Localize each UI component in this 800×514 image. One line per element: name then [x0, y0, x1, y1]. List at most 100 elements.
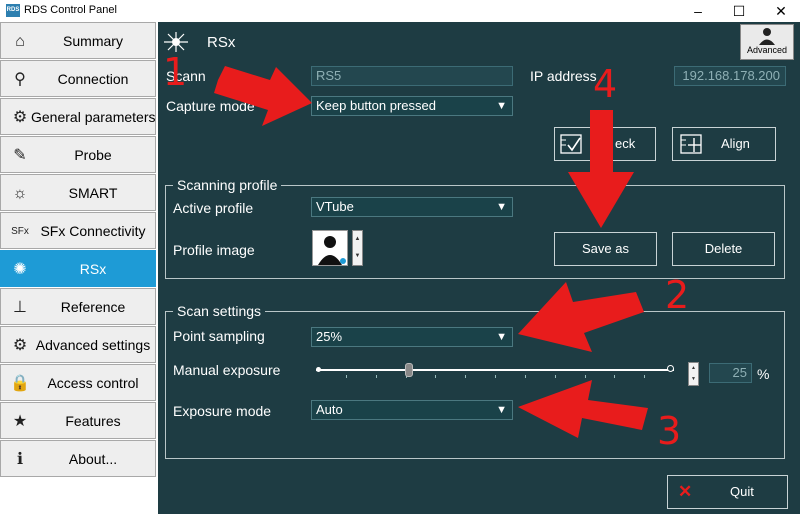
smart-icon: ☼	[12, 185, 28, 202]
reference-axes-icon: ⊥	[13, 299, 27, 316]
slider-tick	[555, 375, 556, 378]
slider-tick	[644, 375, 645, 378]
chevron-down-icon: ▼	[496, 100, 507, 112]
sidebar-item-advanced-settings[interactable]: ⚙ Advanced settings	[0, 326, 156, 363]
save-as-button[interactable]: Save as	[554, 232, 657, 266]
annotation-number-4: 4	[593, 62, 618, 106]
sidebar-item-label: Connection	[57, 71, 129, 87]
exposure-mode-value: Auto	[316, 402, 343, 417]
sidebar-item-features[interactable]: ★ Features	[0, 402, 156, 439]
active-profile-label: Active profile	[173, 200, 254, 216]
slider-min-dot	[316, 367, 321, 372]
sidebar-item-access-control[interactable]: 🔒 Access control	[0, 364, 156, 401]
close-x-icon: ✕	[678, 482, 693, 501]
check-label: eck	[615, 136, 636, 151]
sidebar-item-label: Probe	[74, 147, 112, 163]
user-icon	[759, 28, 775, 45]
sidebar-item-probe[interactable]: ✎ Probe	[0, 136, 156, 173]
active-profile-dropdown[interactable]: VTube ▼	[311, 197, 513, 217]
app-icon: RDS	[6, 4, 20, 17]
lock-icon: 🔒	[10, 375, 30, 392]
exposure-mode-label: Exposure mode	[173, 403, 272, 419]
sidebar: ⌂ Summary ⚲ Connection ⚙ General parameters ✎ P…	[0, 22, 158, 514]
point-sampling-label: Point sampling	[173, 328, 265, 344]
page-title: RSx	[207, 34, 236, 51]
exposure-slider[interactable]	[316, 362, 674, 382]
advanced-button[interactable]: Advanced	[740, 24, 794, 60]
window-title: RDS Control Panel	[24, 4, 117, 16]
rsx-icon: ✺	[13, 261, 27, 278]
chevron-down-icon: ▼	[496, 404, 507, 416]
slider-max-dot	[667, 365, 674, 372]
minimize-button[interactable]: –	[683, 0, 713, 22]
sidebar-item-about[interactable]: ℹ About...	[0, 440, 156, 477]
ip-address-label: IP address	[530, 68, 597, 84]
sidebar-item-label: RSx	[79, 261, 107, 277]
sidebar-item-label: Access control	[47, 375, 139, 391]
probe-icon: ✎	[13, 147, 27, 164]
profile-image-spinner[interactable]: ▲ ▼	[352, 230, 363, 266]
sidebar-item-general-parameters[interactable]: ⚙ General parameters	[0, 98, 156, 135]
delete-button[interactable]: Delete	[672, 232, 775, 266]
slider-tick	[465, 375, 466, 378]
chevron-down-icon: ▼	[496, 201, 507, 213]
close-window-button[interactable]: ✕	[766, 0, 796, 22]
advanced-label: Advanced	[746, 45, 788, 55]
advanced-gear-icon: ⚙	[12, 337, 28, 354]
ruler-align-icon	[680, 134, 702, 154]
sidebar-item-label: Summary	[63, 33, 123, 49]
sidebar-item-summary[interactable]: ⌂ Summary	[0, 22, 156, 59]
sidebar-item-label: SFx Connectivity	[40, 223, 146, 239]
sidebar-item-reference[interactable]: ⊥ Reference	[0, 288, 156, 325]
slider-tick	[346, 375, 347, 378]
exposure-mode-dropdown[interactable]: Auto ▼	[311, 400, 513, 420]
point-sampling-dropdown[interactable]: 25% ▼	[311, 327, 513, 347]
profile-image-label: Profile image	[173, 242, 255, 258]
scan-settings-title: Scan settings	[173, 303, 266, 319]
sidebar-item-smart[interactable]: ☼ SMART	[0, 174, 156, 211]
home-icon: ⌂	[15, 33, 25, 50]
person-scan-icon	[318, 236, 346, 265]
sidebar-item-label: Reference	[60, 299, 126, 315]
arrow-1-shape	[214, 66, 312, 126]
exposure-value-field[interactable]: 25	[709, 363, 752, 383]
sidebar-item-label: About...	[68, 451, 118, 467]
quit-label: Quit	[730, 484, 754, 499]
slider-tick	[525, 375, 526, 378]
annotation-number-2: 2	[665, 273, 690, 317]
slider-tick	[495, 375, 496, 378]
active-profile-value: VTube	[316, 199, 354, 214]
check-button[interactable]: eck	[554, 127, 656, 161]
star-icon: ★	[12, 413, 28, 430]
point-sampling-value: 25%	[316, 329, 343, 344]
slider-tick	[614, 375, 615, 378]
sfx-icon: SFx	[11, 226, 29, 237]
sidebar-item-sfx-connectivity[interactable]: SFx SFx Connectivity	[0, 212, 156, 249]
capture-mode-value: Keep button pressed	[316, 98, 436, 113]
exposure-unit: %	[757, 366, 770, 382]
slider-tick	[376, 375, 377, 378]
maximize-button[interactable]: ☐	[724, 0, 754, 22]
scanner-field[interactable]: RS5	[311, 66, 513, 86]
sidebar-item-label: SMART	[68, 185, 118, 201]
sidebar-item-label: Features	[65, 413, 121, 429]
exposure-spinner[interactable]: ▲ ▼	[688, 362, 699, 386]
scanning-profile-title: Scanning profile	[173, 177, 282, 193]
ruler-check-icon	[560, 134, 582, 154]
title-bar: RDS RDS Control Panel – ☐ ✕	[0, 0, 800, 22]
chevron-down-icon: ▼	[496, 331, 507, 343]
profile-image-thumbnail[interactable]	[312, 230, 348, 266]
plug-icon: ⚲	[14, 71, 26, 88]
annotation-number-1: 1	[163, 50, 188, 94]
sidebar-item-connection[interactable]: ⚲ Connection	[0, 60, 156, 97]
quit-button[interactable]: ✕ Quit	[667, 475, 788, 509]
rds-control-panel-window: RDS RDS Control Panel – ☐ ✕ ⌂ Summary ⚲ Con…	[0, 0, 800, 514]
capture-mode-dropdown[interactable]: Keep button pressed ▼	[311, 96, 513, 116]
sidebar-item-label: General parameters	[31, 109, 156, 125]
info-icon: ℹ	[16, 451, 24, 468]
align-button[interactable]: Align	[672, 127, 776, 161]
sidebar-item-label: Advanced settings	[35, 337, 151, 353]
slider-thumb[interactable]	[405, 363, 413, 377]
sidebar-item-rsx[interactable]: ✺ RSx	[0, 250, 156, 287]
ip-address-field[interactable]: 192.168.178.200	[674, 66, 786, 86]
